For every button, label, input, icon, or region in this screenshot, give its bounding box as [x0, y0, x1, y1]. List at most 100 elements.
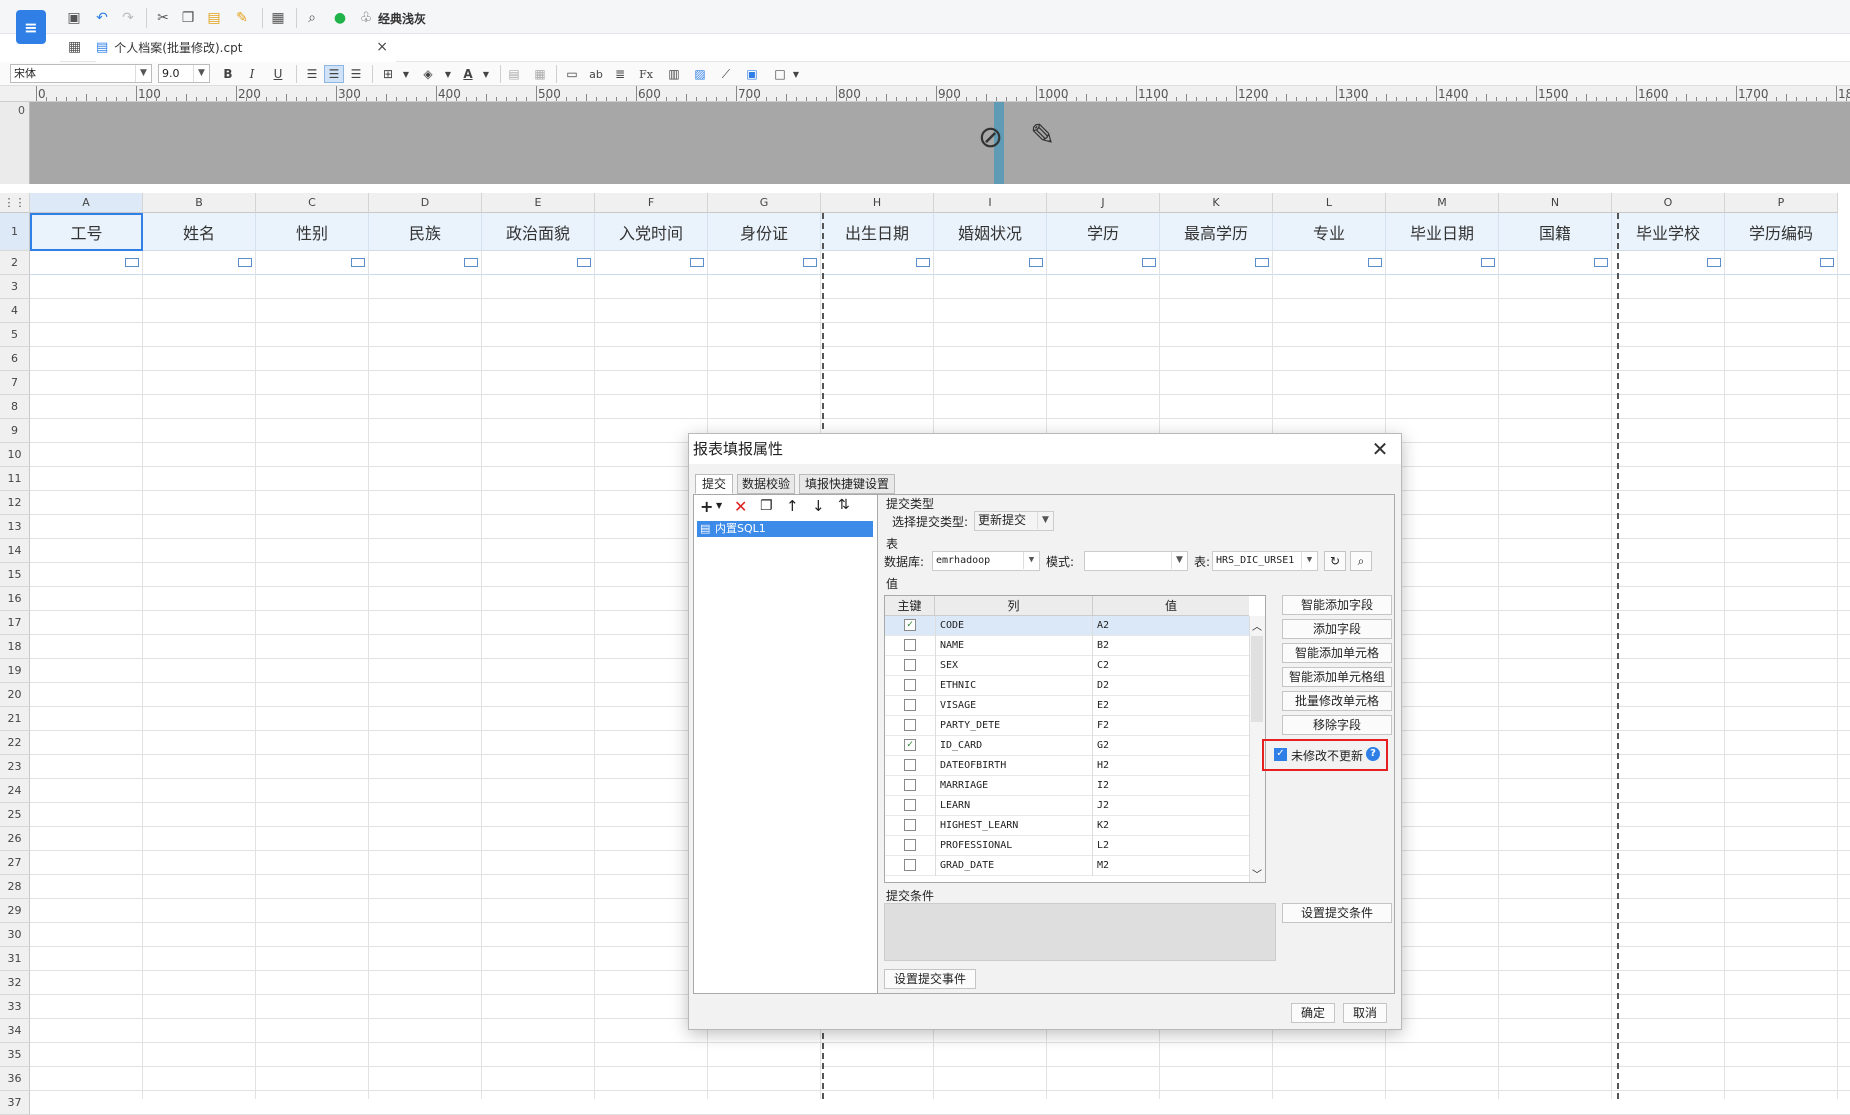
header-cell[interactable]: 学历	[1047, 213, 1160, 251]
column-header[interactable]: M	[1386, 193, 1499, 213]
tab-data-validation[interactable]: 数据校验	[737, 474, 795, 494]
merge-cells-icon[interactable]: ▤	[504, 65, 524, 83]
row-header[interactable]: 19	[0, 659, 30, 683]
row-header[interactable]: 24	[0, 779, 30, 803]
field-column-name[interactable]: LEARN	[935, 796, 1093, 816]
font-name-select[interactable]: 宋体 ▼	[10, 64, 152, 83]
row-header[interactable]: 14	[0, 539, 30, 563]
field-row[interactable]: MARRIAGE I2	[885, 776, 1249, 796]
field-value[interactable]: F2	[1093, 716, 1249, 736]
row-header[interactable]: 32	[0, 971, 30, 995]
slash-icon[interactable]: ⟋	[716, 65, 736, 83]
field-value[interactable]: D2	[1093, 676, 1249, 696]
split-cells-icon[interactable]: ▦	[530, 65, 550, 83]
field-row[interactable]: LEARN J2	[885, 796, 1249, 816]
column-header[interactable]: O	[1612, 193, 1725, 213]
template-icon[interactable]: ▦	[268, 8, 288, 28]
set-event-button[interactable]: 设置提交事件	[884, 969, 976, 989]
cancel-button[interactable]: 取消	[1343, 1003, 1387, 1023]
add-icon[interactable]: +	[700, 497, 713, 516]
field-row[interactable]: PROFESSIONAL L2	[885, 836, 1249, 856]
font-color-icon[interactable]: A	[458, 65, 478, 83]
fill-color-icon[interactable]: ◈	[418, 65, 438, 83]
primary-key-checkbox[interactable]	[904, 839, 916, 851]
widget-marker-icon[interactable]	[803, 258, 817, 267]
column-header[interactable]: H	[821, 193, 934, 213]
field-value[interactable]: C2	[1093, 656, 1249, 676]
cut-icon[interactable]: ✂	[153, 8, 173, 28]
widget-marker-icon[interactable]	[1368, 258, 1382, 267]
set-condition-button[interactable]: 设置提交条件	[1282, 903, 1392, 923]
row-header[interactable]: 18	[0, 635, 30, 659]
header-cell[interactable]: 性别	[256, 213, 369, 251]
widget-marker-icon[interactable]	[1820, 258, 1834, 267]
field-column-name[interactable]: CODE	[935, 616, 1093, 636]
undo-icon[interactable]: ↶	[92, 8, 112, 28]
align-left-icon[interactable]: ☰	[302, 65, 322, 83]
field-value[interactable]: G2	[1093, 736, 1249, 756]
field-value[interactable]: H2	[1093, 756, 1249, 776]
insert-row-icon[interactable]: ▭	[562, 65, 582, 83]
header-cell[interactable]: 婚姻状况	[934, 213, 1047, 251]
scroll-up-icon[interactable]: ︿	[1252, 618, 1262, 633]
row-header[interactable]: 22	[0, 731, 30, 755]
primary-key-checkbox[interactable]	[904, 779, 916, 791]
row-header[interactable]: 35	[0, 1043, 30, 1067]
column-header[interactable]: J	[1047, 193, 1160, 213]
widget-marker-icon[interactable]	[1594, 258, 1608, 267]
header-cell[interactable]: 学历编码	[1725, 213, 1838, 251]
row-header[interactable]: 27	[0, 851, 30, 875]
row-header[interactable]: 34	[0, 1019, 30, 1043]
widget-marker-icon[interactable]	[690, 258, 704, 267]
field-row[interactable]: ✓ CODE A2	[885, 616, 1249, 636]
widget-marker-icon[interactable]	[125, 258, 139, 267]
pencil-icon[interactable]: ✎	[1030, 118, 1055, 153]
font-size-select[interactable]: 9.0 ▼	[158, 64, 210, 83]
widget-marker-icon[interactable]	[577, 258, 591, 267]
primary-key-checkbox[interactable]	[904, 799, 916, 811]
row-header[interactable]: 23	[0, 755, 30, 779]
column-header[interactable]: F	[595, 193, 708, 213]
header-cell[interactable]: 政治面貌	[482, 213, 595, 251]
chevron-down-icon[interactable]: ▼	[396, 65, 416, 83]
field-value[interactable]: I2	[1093, 776, 1249, 796]
align-right-icon[interactable]: ☰	[346, 65, 366, 83]
condition-area[interactable]	[884, 903, 1276, 961]
widget-marker-icon[interactable]	[1255, 258, 1269, 267]
field-column-name[interactable]: DATEOFBIRTH	[935, 756, 1093, 776]
column-header[interactable]: N	[1499, 193, 1612, 213]
no-update-checkbox[interactable]: ✓	[1274, 748, 1287, 761]
field-column-name[interactable]: GRAD_DATE	[935, 856, 1093, 876]
row-header[interactable]: 29	[0, 899, 30, 923]
widget-marker-icon[interactable]	[464, 258, 478, 267]
align-center-icon[interactable]: ☰	[324, 65, 344, 83]
file-tab[interactable]: ▤ 个人档案(批量修改).cpt ×	[96, 34, 396, 62]
classic-theme-label[interactable]: 经典浅灰	[378, 10, 426, 27]
column-header[interactable]: A	[30, 193, 143, 213]
refresh-icon[interactable]: ↻	[1324, 551, 1346, 571]
smart-add-cell-group-button[interactable]: 智能添加单元格组	[1282, 667, 1392, 687]
column-header[interactable]: D	[369, 193, 482, 213]
dialog-close-icon[interactable]: ✕	[1367, 436, 1393, 462]
header-cell[interactable]: 国籍	[1499, 213, 1612, 251]
field-row[interactable]: SEX C2	[885, 656, 1249, 676]
formula-icon[interactable]: Fx	[636, 65, 656, 83]
column-header[interactable]: G	[708, 193, 821, 213]
field-row[interactable]: ETHNIC D2	[885, 676, 1249, 696]
row-header[interactable]: 20	[0, 683, 30, 707]
header-cell[interactable]: 身份证	[708, 213, 821, 251]
field-column-name[interactable]: ETHNIC	[935, 676, 1093, 696]
format-painter-icon[interactable]: ✎	[232, 8, 252, 28]
chevron-down-icon[interactable]: ▼	[438, 65, 458, 83]
eye-slash-icon[interactable]: ⊘	[978, 120, 1003, 155]
row-header[interactable]: 7	[0, 371, 30, 395]
field-value[interactable]: A2	[1093, 616, 1249, 636]
primary-key-checkbox[interactable]	[904, 699, 916, 711]
primary-key-checkbox[interactable]	[904, 659, 916, 671]
field-column-name[interactable]: ID_CARD	[935, 736, 1093, 756]
submit-tree-item[interactable]: ▤ 内置SQL1	[697, 521, 873, 537]
app-logo-icon[interactable]: ≡	[16, 10, 46, 44]
widget-marker-icon[interactable]	[916, 258, 930, 267]
chart-icon[interactable]: ▥	[664, 65, 684, 83]
delete-icon[interactable]: ✕	[734, 497, 747, 516]
